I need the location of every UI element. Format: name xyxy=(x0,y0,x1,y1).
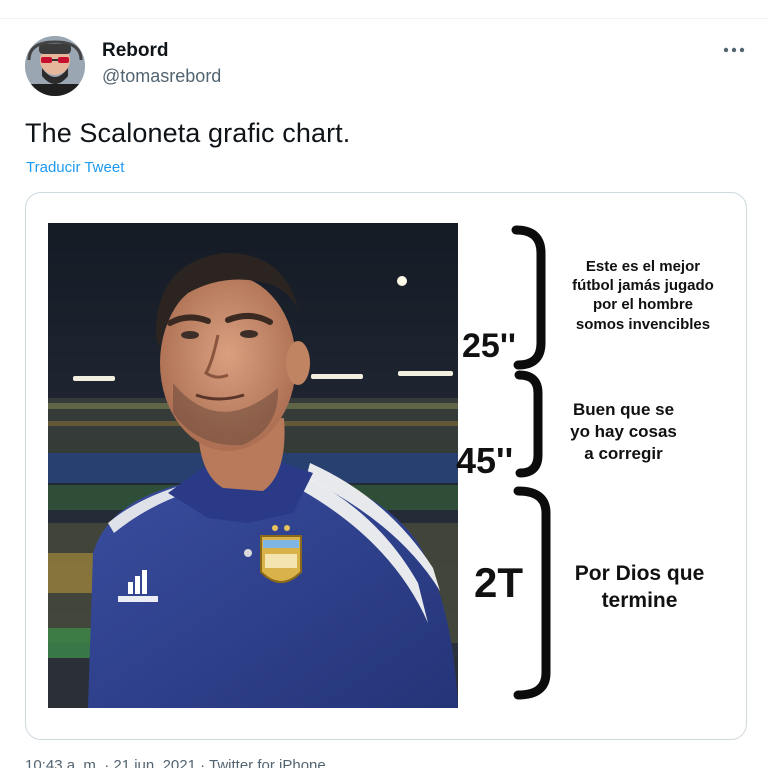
caption-line: Por Dios que xyxy=(574,562,705,585)
tweet-view: Rebord @tomasrebord The Scaloneta grafic… xyxy=(0,0,768,768)
caption-line: somos invencibles xyxy=(575,315,711,333)
avatar[interactable] xyxy=(25,36,85,96)
more-horizontal-icon xyxy=(723,47,745,53)
caption-line: por el hombre xyxy=(592,296,693,314)
caption-segment-1: Este es el mejor fútbol jamás jugado por… xyxy=(558,257,728,334)
display-name[interactable]: Rebord xyxy=(102,40,169,62)
avatar-image xyxy=(25,36,85,96)
time-label-2t: 2T xyxy=(474,559,524,606)
user-handle[interactable]: @tomasrebord xyxy=(102,66,221,87)
caption-line: a corregir xyxy=(584,443,663,463)
caption-line: yo hay cosas xyxy=(570,421,677,441)
caption-segment-2: Buen que se yo hay cosas a corregir xyxy=(551,399,696,464)
translate-tweet-link[interactable]: Traducir Tweet xyxy=(26,159,124,176)
caption-line: termine xyxy=(601,588,678,612)
caption-line: Buen que se xyxy=(572,400,675,419)
time-label-25: 25'' xyxy=(462,327,516,365)
tweet-text: The Scaloneta grafic chart. xyxy=(25,118,351,148)
caption-line: Este es el mejor xyxy=(585,258,701,275)
tweet-timestamp[interactable]: 10:43 a. m. · 21 jun. 2021 · Twitter for… xyxy=(25,757,326,768)
more-options-button[interactable] xyxy=(718,38,750,62)
tweet-media[interactable]: 25'' 45'' 2T Este es el mejor fútbol jam… xyxy=(25,192,747,740)
caption-segment-3: Por Dios que termine xyxy=(557,561,722,615)
caption-line: fútbol jamás jugado xyxy=(572,277,714,295)
time-label-45: 45'' xyxy=(456,440,514,481)
divider xyxy=(0,18,768,19)
